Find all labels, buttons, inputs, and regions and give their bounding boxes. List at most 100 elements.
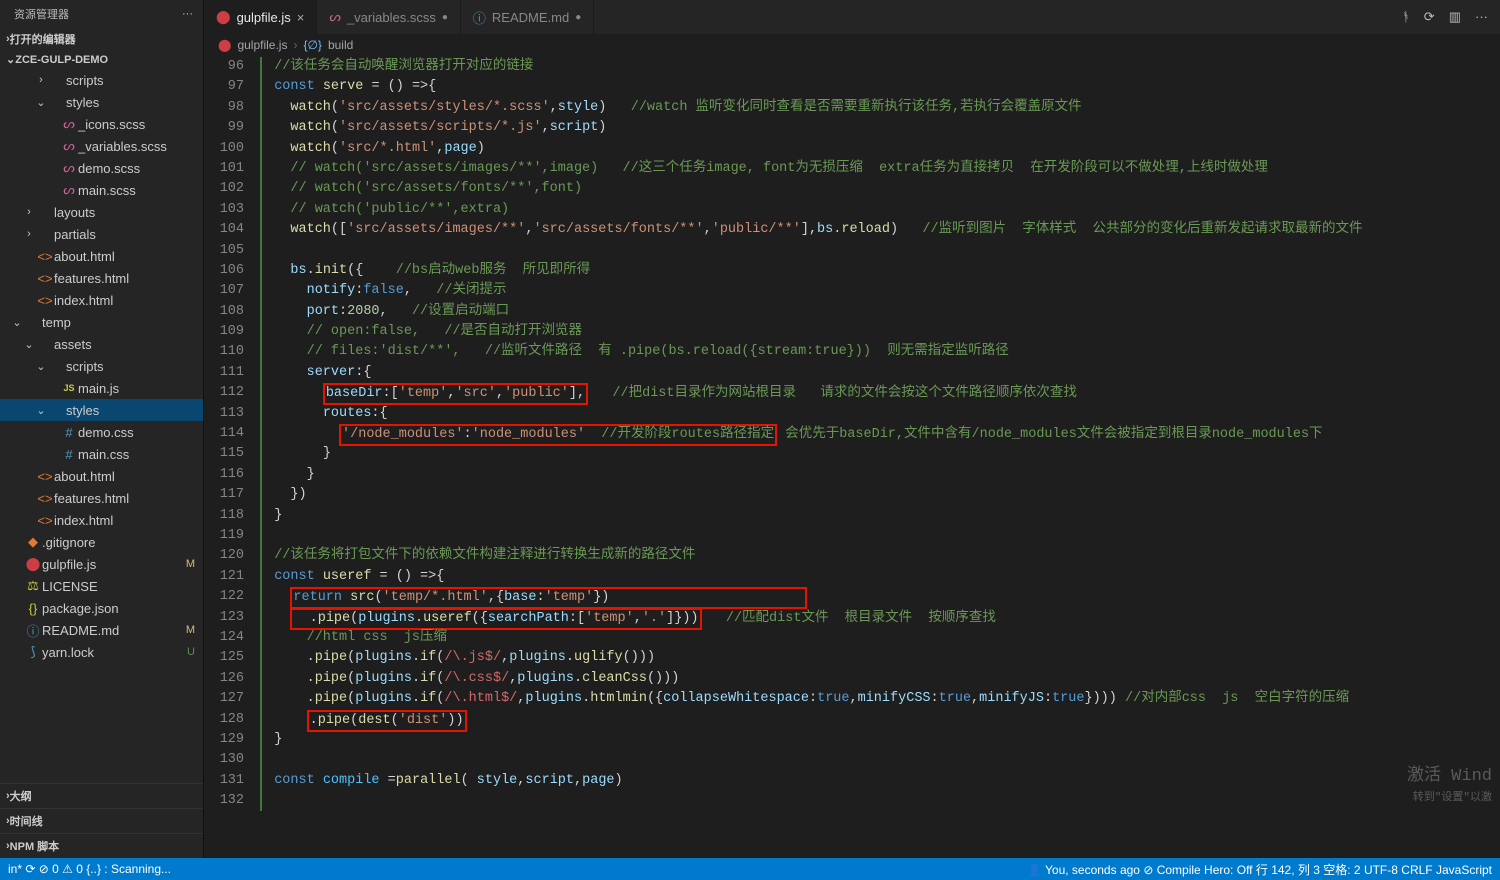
code-line[interactable]: .pipe(plugins.useref({searchPath:['temp'… (258, 608, 1500, 628)
symbol-icon: {∅} (303, 38, 321, 52)
code-line[interactable]: } (258, 444, 1500, 464)
code-line[interactable] (258, 750, 1500, 770)
code-line[interactable]: .pipe(plugins.if(/\.js$/,plugins.uglify(… (258, 648, 1500, 668)
code-line[interactable]: server:{ (258, 363, 1500, 383)
tree-item[interactable]: ⌄styles (0, 399, 203, 421)
tree-item[interactable]: <>index.html (0, 509, 203, 531)
tree-item[interactable]: ›partials (0, 223, 203, 245)
code-line[interactable]: const useref = () =>{ (258, 567, 1500, 587)
code-line[interactable]: watch('src/assets/styles/*.scss',style) … (258, 98, 1500, 118)
tree-item[interactable]: ›layouts (0, 201, 203, 223)
code-line[interactable]: } (258, 465, 1500, 485)
gulp-icon: ⬤ (216, 9, 231, 25)
split-icon[interactable]: ▥ (1449, 9, 1461, 25)
code-line[interactable]: // open:false, //是否自动打开浏览器 (258, 322, 1500, 342)
tree-item[interactable]: ⌄scripts (0, 355, 203, 377)
code-line[interactable]: } (258, 506, 1500, 526)
code-line[interactable]: watch('src/assets/scripts/*.js',script) (258, 118, 1500, 138)
code-line[interactable]: watch('src/*.html',page) (258, 139, 1500, 159)
code-line[interactable]: routes:{ (258, 404, 1500, 424)
project-name: ZCE-GULP-DEMO (15, 54, 108, 66)
sidebar-section[interactable]: ›大纲 (0, 783, 203, 808)
status-item[interactable]: CRLF (1401, 863, 1432, 877)
compare-icon[interactable]: ᚬ (1402, 9, 1410, 25)
status-item[interactable]: ⊘ Compile Hero: Off (1143, 863, 1252, 877)
sidebar-section[interactable]: ›NPM 脚本 (0, 833, 203, 858)
code-line[interactable]: port:2080, //设置启动端口 (258, 302, 1500, 322)
code-line[interactable]: .pipe(plugins.if(/\.html$/,plugins.htmlm… (258, 689, 1500, 709)
tree-item[interactable]: <>about.html (0, 465, 203, 487)
tree-item[interactable]: <>features.html (0, 267, 203, 289)
project-section[interactable]: ⌄ ZCE-GULP-DEMO (0, 50, 203, 69)
code-line[interactable]: .pipe(dest('dist')) (258, 710, 1500, 730)
breadcrumb-symbol[interactable]: build (328, 38, 353, 52)
tree-item[interactable]: ⚖LICENSE (0, 575, 203, 597)
status-item[interactable]: 空格: 2 (1323, 861, 1360, 878)
code-line[interactable]: return src('temp/*.html',{base:'temp'}) (258, 587, 1500, 607)
status-item[interactable]: ⟳ (25, 862, 35, 876)
tree-item[interactable]: ᔕmain.scss (0, 179, 203, 201)
editor-tab[interactable]: ⓘREADME.md● (461, 0, 594, 34)
code-line[interactable]: .pipe(plugins.if(/\.css$/,plugins.cleanC… (258, 669, 1500, 689)
code-line[interactable]: bs.init({ //bs启动web服务 所见即所得 (258, 261, 1500, 281)
close-icon[interactable]: × (297, 10, 305, 25)
tree-item[interactable]: JSmain.js (0, 377, 203, 399)
breadcrumb[interactable]: ⬤ gulpfile.js › {∅} build (204, 34, 1500, 57)
more-icon[interactable]: ··· (182, 8, 193, 20)
tree-item[interactable]: ᔕ_icons.scss (0, 113, 203, 135)
sidebar-section[interactable]: ›时间线 (0, 808, 203, 833)
tree-item[interactable]: ᔕ_variables.scss (0, 135, 203, 157)
editor-tab[interactable]: ᔕ_variables.scss● (317, 0, 461, 34)
code-content[interactable]: //该任务会自动唤醒浏览器打开对应的链接 const serve = () =>… (258, 57, 1500, 858)
code-line[interactable] (258, 526, 1500, 546)
tree-item[interactable]: ⟆yarn.lockU (0, 641, 203, 663)
run-icon[interactable]: ⟳ (1424, 9, 1435, 25)
tree-item[interactable]: <>index.html (0, 289, 203, 311)
code-line[interactable]: // watch('src/assets/images/**',image) /… (258, 159, 1500, 179)
more-icon[interactable]: ··· (1475, 9, 1488, 25)
tree-item[interactable]: ⌄assets (0, 333, 203, 355)
code-line[interactable] (258, 241, 1500, 261)
code-line[interactable]: // watch('public/**',extra) (258, 200, 1500, 220)
code-line[interactable]: } (258, 730, 1500, 750)
editor-body[interactable]: 9697989910010110210310410510610710810911… (204, 57, 1500, 858)
tree-item[interactable]: <>features.html (0, 487, 203, 509)
tree-item[interactable]: ⬤gulpfile.jsM (0, 553, 203, 575)
editor-tab[interactable]: ⬤gulpfile.js× (204, 0, 317, 34)
tree-item[interactable]: ⌄temp (0, 311, 203, 333)
code-line[interactable] (258, 791, 1500, 811)
status-item[interactable]: 行 142, 列 3 (1256, 861, 1320, 878)
tree-item[interactable]: ◆.gitignore (0, 531, 203, 553)
breadcrumb-file[interactable]: gulpfile.js (237, 38, 287, 52)
code-line[interactable]: // files:'dist/**', //监听文件路径 有 .pipe(bs.… (258, 342, 1500, 362)
tree-item[interactable]: ᔕdemo.scss (0, 157, 203, 179)
tree-item[interactable]: #main.css (0, 443, 203, 465)
open-editors-section[interactable]: › 打开的编辑器 (0, 28, 203, 50)
code-line[interactable]: // watch('src/assets/fonts/**',font) (258, 179, 1500, 199)
tree-item[interactable]: #demo.css (0, 421, 203, 443)
chevron-right-icon: › (22, 206, 36, 218)
chevron-down-icon: ⌄ (34, 96, 48, 109)
line-number: 108 (204, 302, 244, 322)
tree-item[interactable]: ⌄styles (0, 91, 203, 113)
code-line[interactable]: //该任务会自动唤醒浏览器打开对应的链接 (258, 57, 1500, 77)
tree-item[interactable]: ›scripts (0, 69, 203, 91)
tree-item[interactable]: {}package.json (0, 597, 203, 619)
code-line[interactable]: '/node_modules':'node_modules' //开发阶段rou… (258, 424, 1500, 444)
tree-item[interactable]: <>about.html (0, 245, 203, 267)
code-line[interactable]: notify:false, //关闭提示 (258, 281, 1500, 301)
status-item[interactable]: in* (8, 862, 22, 876)
status-item[interactable]: JavaScript (1436, 863, 1492, 877)
tree-item[interactable]: ⓘREADME.mdM (0, 619, 203, 641)
code-line[interactable]: //html css js压缩 (258, 628, 1500, 648)
code-line[interactable]: const serve = () =>{ (258, 77, 1500, 97)
code-line[interactable]: watch(['src/assets/images/**','src/asset… (258, 220, 1500, 240)
code-line[interactable]: baseDir:['temp','src','public'], //把dist… (258, 383, 1500, 403)
status-item[interactable]: {..} : Scanning... (86, 862, 171, 876)
code-line[interactable]: const compile =parallel( style,script,pa… (258, 771, 1500, 791)
status-item[interactable]: 👤 You, seconds ago (1027, 863, 1140, 877)
code-line[interactable]: }) (258, 485, 1500, 505)
status-item[interactable]: UTF-8 (1364, 863, 1398, 877)
code-line[interactable]: //该任务将打包文件下的依赖文件构建注释进行转换生成新的路径文件 (258, 546, 1500, 566)
status-item[interactable]: ⊘ 0 ⚠ 0 (39, 862, 83, 876)
